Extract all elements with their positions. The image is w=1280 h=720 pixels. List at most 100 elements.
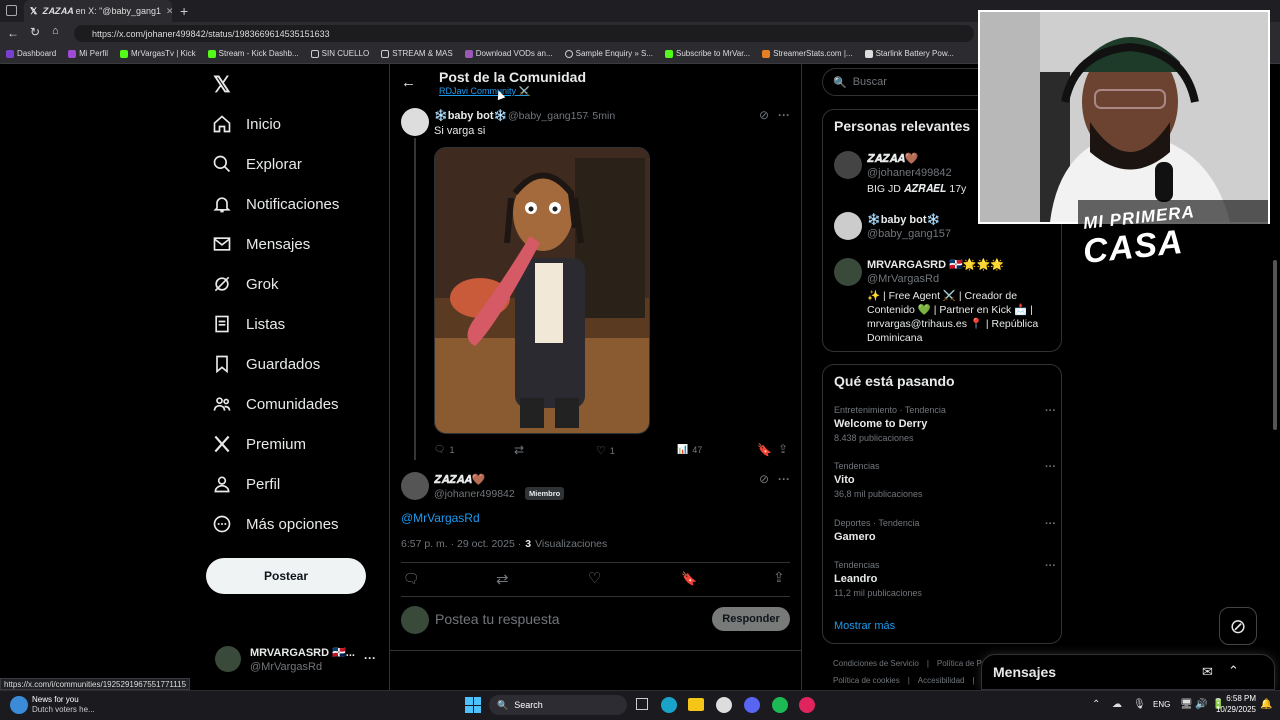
nav-item-notificaciones[interactable]: Notificaciones <box>212 192 339 216</box>
views-action[interactable]: 📊 47 <box>677 444 702 455</box>
trend-item[interactable]: Entretenimiento · Tendencia Welcome to D… <box>834 405 1056 447</box>
reply-icon[interactable]: 🗨 <box>403 571 420 587</box>
like-icon[interactable]: ♡ <box>588 569 601 587</box>
app-icon[interactable] <box>799 697 815 713</box>
nav-item-inicio[interactable]: Inicio <box>212 112 281 136</box>
post-author-handle[interactable]: @johaner499842 <box>434 488 515 500</box>
more-options-icon[interactable]: ··· <box>778 472 790 486</box>
trend-item[interactable]: Tendencias Leandro 11,2 mil publicacione… <box>834 560 1056 602</box>
refresh-icon[interactable]: ↻ <box>30 25 40 39</box>
more-options-icon[interactable]: ··· <box>1045 405 1056 417</box>
language-indicator[interactable]: ENG <box>1153 700 1170 709</box>
new-message-icon[interactable]: ✉ <box>1202 664 1213 680</box>
avatar[interactable] <box>834 151 862 179</box>
show-more-link[interactable]: Mostrar más <box>834 620 895 632</box>
chevron-up-icon[interactable]: ⌃ <box>1228 663 1239 679</box>
trend-item[interactable]: Deportes · Tendencia Gamero ··· <box>834 518 1056 548</box>
bookmark-item[interactable]: STREAM & MAS <box>381 49 453 58</box>
x-logo-icon[interactable]: 𝕏 <box>213 72 231 98</box>
news-title[interactable]: News for you <box>32 695 79 704</box>
footer-link[interactable]: Accesibilidad <box>918 676 965 685</box>
person-name[interactable]: 𝒁𝑨𝒁𝑨𝑨🤎 <box>867 152 918 166</box>
share-icon[interactable]: ⇪ <box>778 442 788 456</box>
nav-item-explorar[interactable]: Explorar <box>212 152 302 176</box>
file-explorer-icon[interactable] <box>688 698 704 711</box>
post-author-name[interactable]: ❄️baby bot❄️ <box>434 109 507 122</box>
chrome-icon[interactable] <box>716 697 732 713</box>
person-name[interactable]: ❄️baby bot❄️ <box>867 213 940 226</box>
spotify-icon[interactable] <box>772 697 788 713</box>
discord-icon[interactable] <box>744 697 760 713</box>
browser-tab[interactable]: 𝕏 𝒁𝑨𝒁𝑨𝑨 en X: "@baby_gang1 ✕ <box>24 0 172 22</box>
notification-icon[interactable]: 🔔 <box>1260 699 1272 710</box>
person-name[interactable]: MRVARGASRD 🇩🇴🌟🌟🌟 <box>867 258 1004 271</box>
mention-link[interactable]: @MrVargasRd <box>401 511 480 525</box>
news-sub[interactable]: Dutch voters he... <box>32 705 95 714</box>
nav-item-grok[interactable]: Grok <box>212 272 279 296</box>
tab-close-icon[interactable]: ✕ <box>166 6 172 17</box>
bookmark-item[interactable]: StreamerStats.com |... <box>762 49 853 58</box>
task-view-icon[interactable] <box>636 698 648 710</box>
bookmark-item[interactable]: MrVargasTv | Kick <box>120 49 196 58</box>
back-nav-icon[interactable]: ← <box>7 26 19 40</box>
bookmark-item[interactable]: Mi Perfil <box>68 49 108 58</box>
new-tab-icon[interactable]: + <box>180 3 188 19</box>
bookmark-item[interactable]: Stream - Kick Dashb... <box>207 49 299 58</box>
tab-actions-icon[interactable] <box>6 5 17 16</box>
avatar[interactable] <box>834 212 862 240</box>
bookmark-icon[interactable]: 🔖 <box>757 443 772 457</box>
weather-icon[interactable] <box>10 696 28 714</box>
nav-item-mas-opciones[interactable]: Más opciones <box>212 512 339 536</box>
post-time[interactable]: · 5min <box>586 110 615 122</box>
nav-item-mensajes[interactable]: Mensajes <box>212 232 310 256</box>
avatar[interactable] <box>401 472 429 500</box>
bookmark-item[interactable]: SIN CUELLO <box>310 49 369 58</box>
grok-icon[interactable]: ⊘ <box>1219 607 1257 645</box>
post-author-name[interactable]: 𝒁𝑨𝒁𝑨𝑨🤎 <box>434 473 485 487</box>
taskbar-search[interactable]: 🔍 Search <box>489 695 627 715</box>
reply-action[interactable]: 🗨 1 <box>434 444 454 455</box>
post-image[interactable] <box>434 147 650 434</box>
nav-item-listas[interactable]: Listas <box>212 312 285 336</box>
back-arrow-icon[interactable]: ← <box>401 74 416 91</box>
network-icon[interactable]: 🖥 <box>1180 699 1193 710</box>
more-options-icon[interactable]: ··· <box>1045 518 1056 530</box>
trend-item[interactable]: Tendencias Vito 36,8 mil publicaciones ·… <box>834 461 1056 503</box>
more-options-icon[interactable]: ··· <box>1045 461 1056 473</box>
post-author-handle[interactable]: @baby_gang157 <box>508 110 588 122</box>
reply-input[interactable]: Postea tu respuesta <box>435 611 560 627</box>
avatar[interactable] <box>401 108 429 136</box>
person-handle[interactable]: @MrVargasRd <box>867 273 939 285</box>
person-handle[interactable]: @baby_gang157 <box>867 228 951 240</box>
url-field[interactable]: https://x.com/johaner499842/status/19836… <box>74 25 974 42</box>
share-icon[interactable]: ⇪ <box>773 569 785 586</box>
edge-icon[interactable] <box>661 697 677 713</box>
nav-item-guardados[interactable]: Guardados <box>212 352 320 376</box>
chevron-up-icon[interactable]: ⌃ <box>1092 699 1100 710</box>
nav-item-premium[interactable]: Premium <box>212 432 306 456</box>
clock-date[interactable]: 10/29/2025 <box>1212 705 1256 714</box>
bookmark-item[interactable]: Subscribe to MrVar... <box>665 49 750 58</box>
volume-icon[interactable]: 🔊 <box>1195 699 1207 710</box>
repost-icon[interactable]: ⇄ <box>514 443 524 457</box>
more-options-icon[interactable]: ··· <box>1045 560 1056 572</box>
post-timestamp[interactable]: 6:57 p. m. · 29 oct. 2025 · <box>401 538 521 550</box>
clock-time[interactable]: 6:58 PM <box>1222 694 1256 703</box>
footer-link[interactable]: Condiciones de Servicio <box>833 659 919 668</box>
person-handle[interactable]: @johaner499842 <box>867 167 952 179</box>
bookmark-icon[interactable]: 🔖 <box>681 571 697 587</box>
bookmark-item[interactable]: Dashboard <box>6 49 56 58</box>
reply-button[interactable]: Responder <box>712 607 790 631</box>
repost-icon[interactable]: ⇄ <box>496 570 509 588</box>
account-menu-icon[interactable]: ··· <box>364 651 376 665</box>
home-browser-icon[interactable]: ⌂ <box>52 25 59 37</box>
grok-icon[interactable]: ⊘ <box>759 472 769 486</box>
scrollbar-thumb[interactable] <box>1273 260 1277 430</box>
bookmark-item[interactable]: Download VODs an... <box>464 49 553 58</box>
nav-item-perfil[interactable]: Perfil <box>212 472 280 496</box>
post-button[interactable]: Postear <box>206 558 366 594</box>
nav-item-comunidades[interactable]: Comunidades <box>212 392 339 416</box>
footer-link[interactable]: Política de cookies <box>833 676 900 685</box>
community-link[interactable]: RDJavi Community ⚔️ <box>439 86 530 97</box>
windows-start-icon[interactable] <box>465 697 481 713</box>
